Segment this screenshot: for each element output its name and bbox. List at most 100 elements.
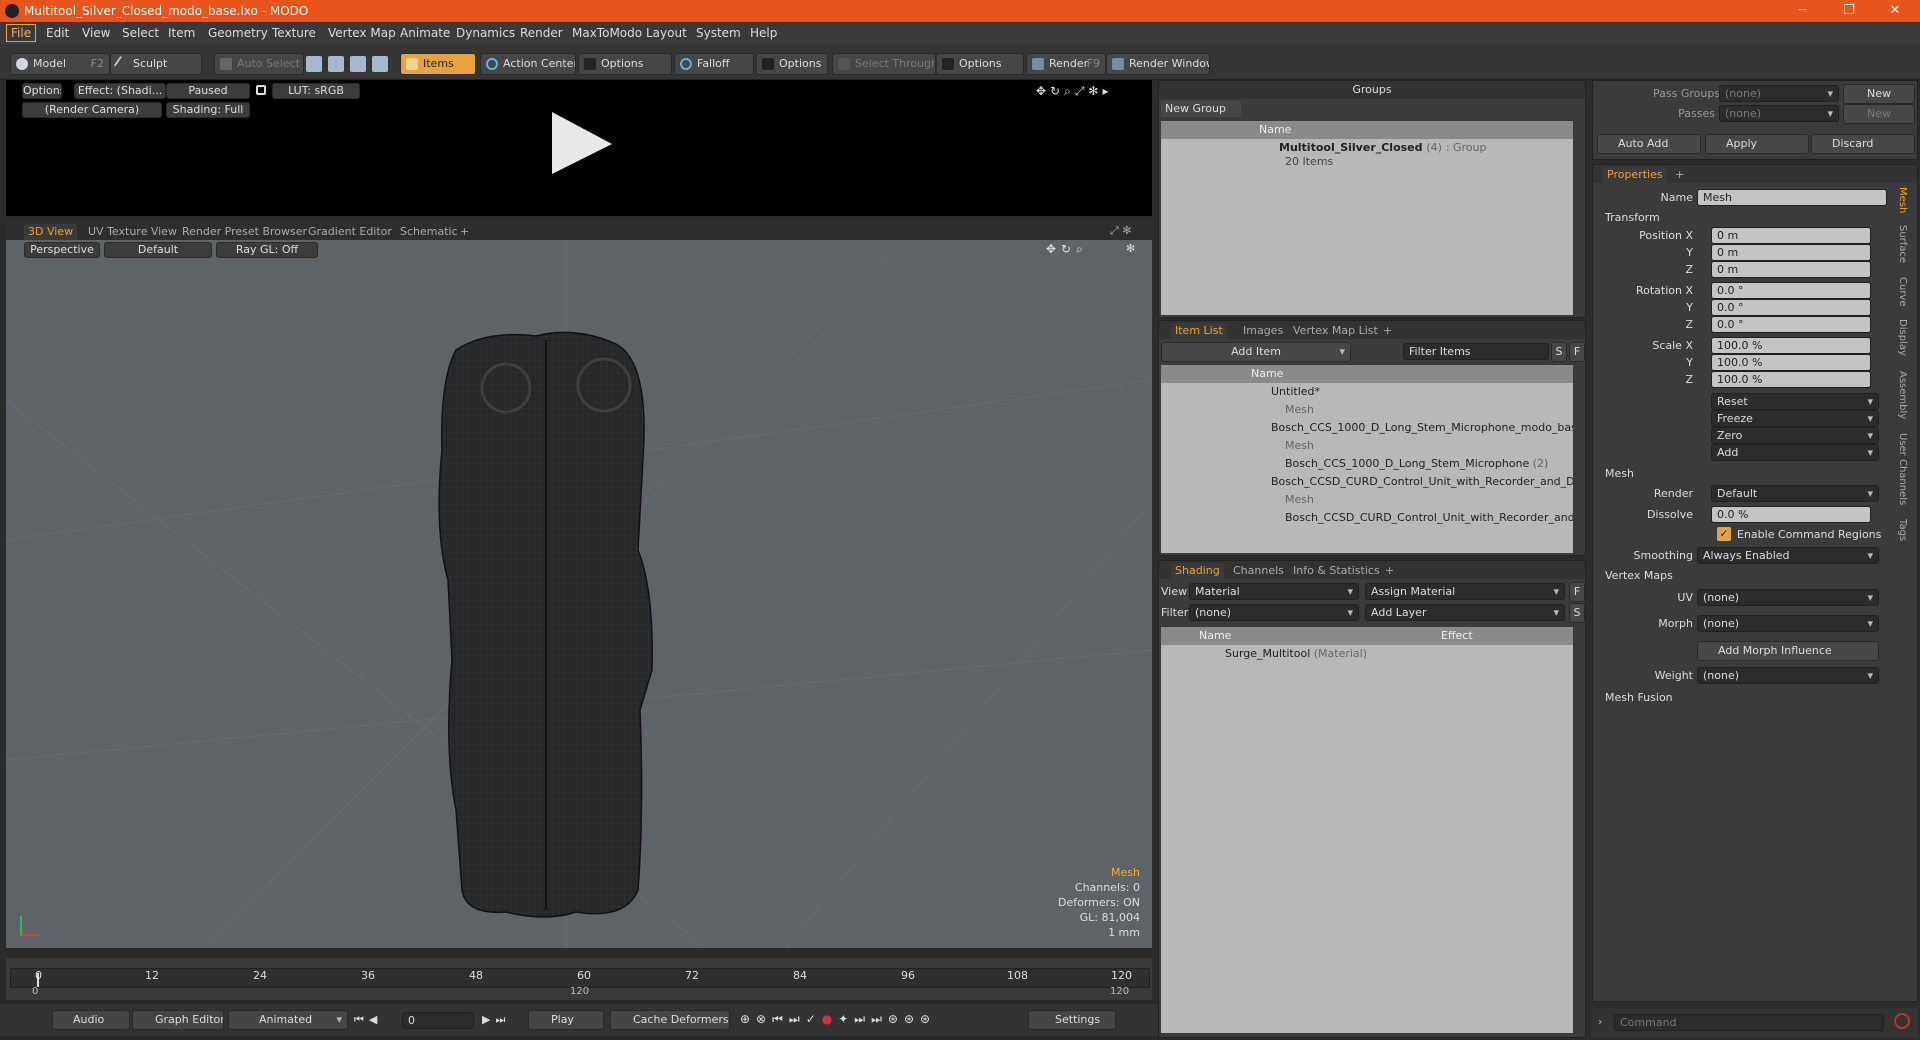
falloff-button[interactable]: Falloff	[674, 53, 754, 75]
polygons-mode-icon[interactable]	[350, 56, 366, 72]
item-row-control-unit-scene[interactable]: Bosch_CCSD_CURD_Control_Unit_with_Record…	[1161, 473, 1573, 491]
add-morph-influence-button[interactable]: Add Morph Influence	[1697, 641, 1879, 661]
timeline-range[interactable]: 0 120 120	[10, 986, 1150, 998]
play-icon[interactable]	[546, 108, 616, 178]
side-tab-user-channels[interactable]: User Channels	[1897, 433, 1908, 505]
menu-dynamics[interactable]: Dynamics	[452, 25, 519, 41]
viewport-nav-icons[interactable]: ✥↻⌕	[1046, 242, 1088, 257]
reset-dropdown[interactable]: Reset	[1711, 393, 1879, 410]
viewport-expand-icon[interactable]: ⤢ ✻	[1110, 224, 1132, 238]
command-input[interactable]	[1614, 1014, 1884, 1031]
sculpt-button[interactable]: Sculpt	[110, 53, 202, 75]
item-row-mesh[interactable]: Mesh	[1161, 437, 1573, 455]
mesh-section[interactable]: Mesh	[1605, 467, 1634, 480]
falloff-options-button[interactable]: Options	[756, 53, 828, 75]
tab-uv-texture-view[interactable]: UV Texture View	[84, 224, 181, 240]
item-row-microphone-scene[interactable]: Bosch_CCS_1000_D_Long_Stem_Microphone_mo…	[1161, 419, 1573, 437]
menu-render[interactable]: Render	[516, 25, 567, 41]
position-y-field[interactable]: 0 m	[1711, 244, 1871, 261]
animated-dropdown[interactable]: Animated	[228, 1010, 348, 1030]
play-button[interactable]: Play	[528, 1010, 604, 1030]
new-pass-group-button[interactable]: New	[1843, 84, 1915, 104]
menu-select[interactable]: Select	[118, 25, 163, 41]
close-button[interactable]: ✕	[1872, 0, 1918, 22]
model-button[interactable]: Model F2	[10, 53, 110, 75]
rotation-x-field[interactable]: 0.0 °	[1711, 282, 1871, 299]
item-row-mesh[interactable]: Mesh	[1161, 491, 1573, 509]
render-button[interactable]: Render F9	[1026, 53, 1106, 75]
perspective-dropdown[interactable]: Perspective	[24, 242, 100, 258]
command-expand-icon[interactable]: ›	[1598, 1015, 1602, 1028]
edges-mode-icon[interactable]	[328, 56, 344, 72]
filter-items-input[interactable]: Filter Items	[1403, 343, 1549, 360]
lut-dropdown[interactable]: LUT: sRGB	[272, 83, 360, 99]
materials-mode-icon[interactable]	[372, 56, 388, 72]
discard-button[interactable]: Discard	[1811, 134, 1915, 154]
pass-groups-dropdown[interactable]: (none)	[1719, 85, 1839, 102]
zero-dropdown[interactable]: Zero	[1711, 427, 1879, 444]
scale-x-field[interactable]: 100.0 %	[1711, 337, 1871, 354]
tab-properties[interactable]: Properties	[1603, 167, 1667, 183]
tab-channels[interactable]: Channels	[1229, 563, 1288, 579]
tab-gradient-editor[interactable]: Gradient Editor	[304, 224, 396, 240]
menu-layout[interactable]: Layout	[642, 25, 691, 41]
add-tab-button[interactable]: +	[1381, 563, 1398, 579]
3d-viewport[interactable]: Mesh Channels: 0 Deformers: ON GL: 81,00…	[6, 240, 1152, 948]
vertices-mode-icon[interactable]	[306, 56, 322, 72]
action-center-options-button[interactable]: Options	[578, 53, 672, 75]
menu-animate[interactable]: Animate	[396, 25, 454, 41]
item-row-untitled[interactable]: Untitled*	[1161, 383, 1573, 401]
new-pass-button[interactable]: New	[1843, 104, 1915, 124]
tab-schematic[interactable]: Schematic	[396, 224, 462, 240]
preview-effect-dropdown[interactable]: Effect: (Shadi...	[74, 83, 166, 99]
tab-render-preset-browser[interactable]: Render Preset Browser	[178, 224, 311, 240]
item-row-microphone-group[interactable]: Bosch_CCS_1000_D_Long_Stem_Microphone (2…	[1161, 455, 1573, 473]
freeze-dropdown[interactable]: Freeze	[1711, 410, 1879, 427]
material-row[interactable]: Surge_Multitool (Material)	[1161, 645, 1573, 663]
menu-system[interactable]: System	[692, 25, 745, 41]
menu-geometry[interactable]: Geometry	[204, 25, 272, 41]
action-center-button[interactable]: Action Center	[480, 53, 576, 75]
position-x-field[interactable]: 0 m	[1711, 227, 1871, 244]
assign-material-dropdown[interactable]: Assign Material	[1365, 583, 1565, 600]
tab-vertex-map-list[interactable]: Vertex Map List	[1289, 323, 1382, 339]
rotation-y-field[interactable]: 0.0 °	[1711, 299, 1871, 316]
viewport-settings-icon[interactable]: ✻	[1126, 242, 1135, 255]
render-camera-dropdown[interactable]: (Render Camera)	[22, 102, 162, 118]
timeline-ruler[interactable]: 0 12 24 36 48 60 72 84 96 108 120	[10, 968, 1150, 988]
side-tab-assembly[interactable]: Assembly	[1897, 371, 1908, 419]
tab-shading[interactable]: Shading	[1171, 563, 1224, 579]
add-dropdown[interactable]: Add	[1711, 444, 1879, 461]
add-layer-dropdown[interactable]: Add Layer	[1365, 604, 1565, 621]
command-record-icon[interactable]	[1894, 1013, 1910, 1029]
side-tab-mesh[interactable]: Mesh	[1897, 187, 1908, 213]
menu-vertex-map[interactable]: Vertex Map	[324, 25, 400, 41]
maximize-button[interactable]: ❐	[1826, 0, 1872, 22]
enable-command-regions-checkbox[interactable]: ✓	[1717, 527, 1731, 541]
tab-images[interactable]: Images	[1239, 323, 1287, 339]
position-z-field[interactable]: 0 m	[1711, 261, 1871, 278]
side-tab-tags[interactable]: Tags	[1897, 519, 1908, 541]
preview-options-button[interactable]: Options	[22, 83, 62, 99]
scale-z-field[interactable]: 100.0 %	[1711, 371, 1871, 388]
audio-button[interactable]: Audio	[52, 1010, 130, 1030]
side-tab-curve[interactable]: Curve	[1897, 277, 1908, 307]
side-tab-surface[interactable]: Surface	[1897, 225, 1908, 263]
item-row-mesh[interactable]: Mesh	[1161, 401, 1573, 419]
mesh-fusion-section[interactable]: Mesh Fusion	[1605, 691, 1673, 704]
new-group-button[interactable]: New Group	[1161, 101, 1241, 117]
shading-dropdown[interactable]: Shading: Full	[166, 102, 250, 118]
style-dropdown[interactable]: Default	[104, 242, 212, 258]
view-dropdown[interactable]: Material	[1189, 583, 1359, 600]
transform-section[interactable]: Transform	[1605, 211, 1660, 224]
tab-item-list[interactable]: Item List	[1171, 323, 1227, 339]
cache-deformers-button[interactable]: Cache Deformers	[610, 1010, 730, 1030]
settings-button[interactable]: Settings	[1028, 1010, 1116, 1030]
playhead[interactable]	[37, 973, 39, 987]
add-item-dropdown[interactable]: Add Item	[1161, 342, 1351, 362]
side-tab-display[interactable]: Display	[1897, 319, 1908, 356]
item-row-control-unit-group[interactable]: Bosch_CCSD_CURD_Control_Unit_with_Record…	[1161, 509, 1573, 527]
render-window-button[interactable]: Render Window	[1106, 53, 1210, 75]
vertex-maps-section[interactable]: Vertex Maps	[1605, 569, 1673, 582]
minimize-button[interactable]: ─	[1780, 0, 1826, 22]
